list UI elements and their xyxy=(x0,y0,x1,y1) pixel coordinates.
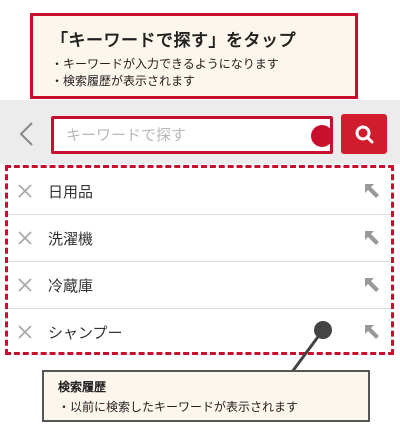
history-callout: 検索履歴 ・以前に検索したキーワードが表示されます xyxy=(42,370,370,422)
search-bar xyxy=(0,100,400,164)
arrow-up-left-icon[interactable] xyxy=(365,325,379,339)
history-item[interactable]: 洗濯機 xyxy=(8,215,391,262)
callout-title: 「キーワードで探す」をタップ xyxy=(51,31,296,51)
history-item-label: 冷蔵庫 xyxy=(48,277,94,295)
tap-indicator xyxy=(311,125,333,147)
search-input[interactable] xyxy=(51,116,333,154)
history-item[interactable]: 日用品 xyxy=(8,168,391,215)
history-item-label: 洗濯機 xyxy=(48,230,94,248)
arrow-up-left-icon[interactable] xyxy=(365,231,379,245)
close-icon[interactable] xyxy=(17,230,33,246)
search-icon xyxy=(355,125,374,144)
history-item-label: シャンプー xyxy=(48,324,123,342)
history-callout-bullet: ・以前に検索したキーワードが表示されます xyxy=(58,400,299,414)
close-icon[interactable] xyxy=(17,277,33,293)
arrow-up-left-icon[interactable] xyxy=(365,278,379,292)
search-button[interactable] xyxy=(341,114,387,154)
callout-bullet: ・検索履歴が表示されます xyxy=(51,74,196,88)
back-button[interactable] xyxy=(18,122,36,146)
callout-bullet: ・キーワードが入力できるようになります xyxy=(51,57,279,71)
history-item[interactable]: シャンプー xyxy=(8,309,391,356)
history-callout-title: 検索履歴 xyxy=(58,380,107,394)
close-icon[interactable] xyxy=(17,183,33,199)
search-history-list: 日用品 洗濯機 冷蔵庫 シャンプー xyxy=(5,165,394,355)
close-icon[interactable] xyxy=(17,324,33,340)
instruction-callout: 「キーワードで探す」をタップ ・キーワードが入力できるようになります ・検索履歴… xyxy=(30,13,358,99)
arrow-up-left-icon[interactable] xyxy=(365,184,379,198)
callout-bullets: ・キーワードが入力できるようになります ・検索履歴が表示されます xyxy=(51,56,343,90)
history-item-label: 日用品 xyxy=(48,183,94,201)
chevron-left-icon xyxy=(19,122,33,146)
history-item[interactable]: 冷蔵庫 xyxy=(8,262,391,309)
